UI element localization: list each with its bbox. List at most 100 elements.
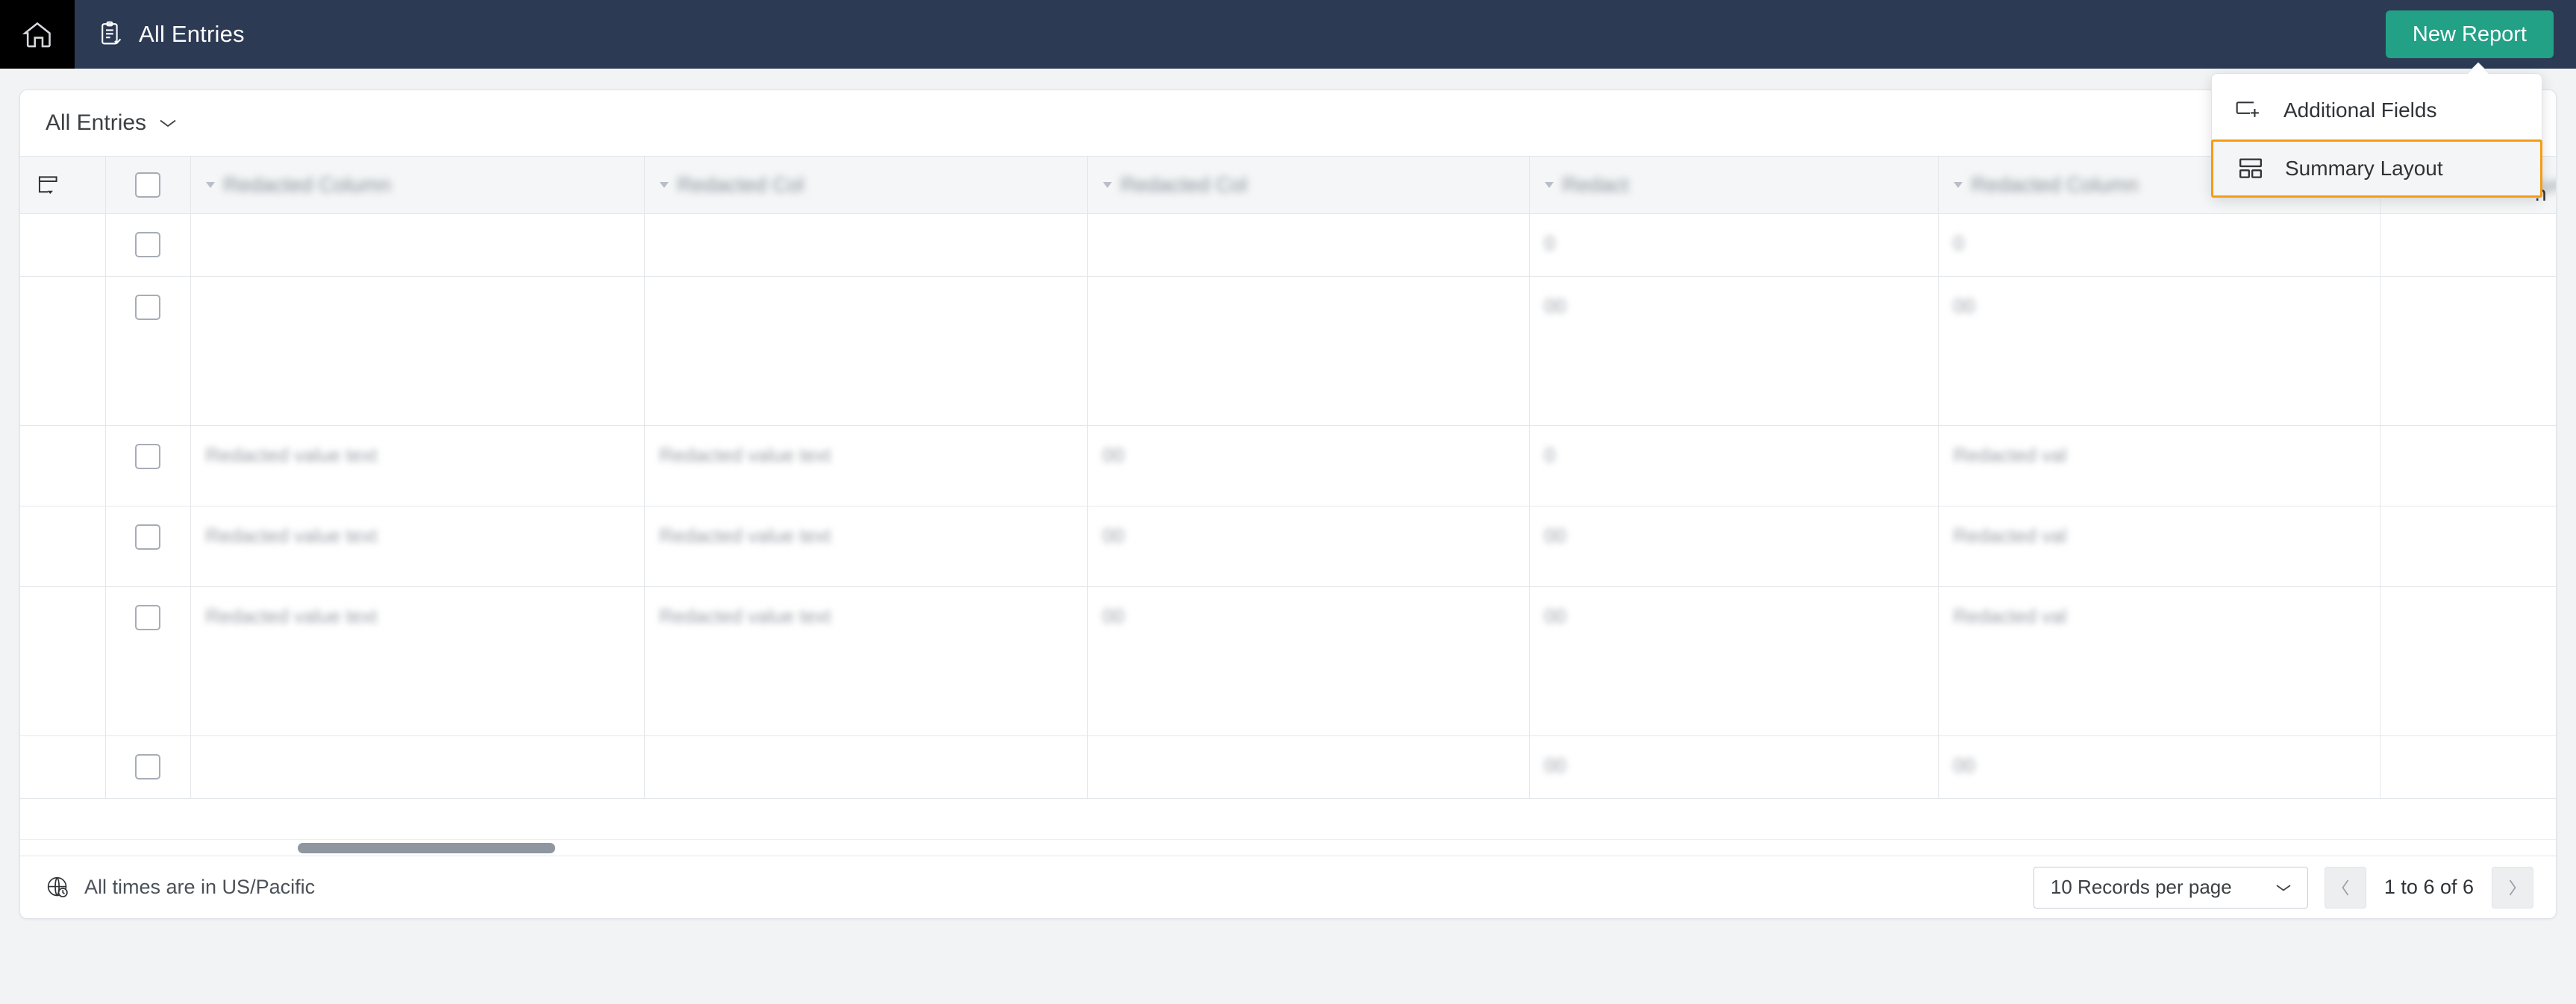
cell-value: Redacted value text — [205, 443, 378, 466]
table-cell: 0 — [1529, 213, 1939, 277]
table-cell — [2380, 586, 2556, 736]
row-grip-cell — [20, 425, 106, 506]
cell-value: 00 — [1544, 753, 1566, 776]
records-per-page-label: 10 Records per page — [2050, 876, 2232, 898]
column-header-label: Redacted Column — [1971, 172, 2139, 196]
cell-value: Redacted val — [1953, 524, 2067, 547]
table-cell: 00 — [1529, 276, 1939, 426]
row-checkbox[interactable] — [135, 524, 160, 550]
row-checkbox[interactable] — [135, 231, 160, 257]
table-cell: Redacted value text — [644, 425, 1088, 506]
table-cell: 00 — [1529, 586, 1939, 736]
cell-value: 00 — [1102, 443, 1125, 466]
row-select-cell[interactable] — [105, 213, 191, 277]
sort-caret-icon — [659, 181, 669, 188]
cell-value: Redacted value text — [205, 604, 378, 627]
table-cell: Redacted value text — [644, 586, 1088, 736]
table-column-header[interactable]: Redacted Column — [190, 157, 645, 214]
cell-value: Redacted val — [1953, 443, 2067, 466]
entries-table-container[interactable]: Redacted Column Redacted Col Redacted Co… — [20, 156, 2556, 856]
home-button[interactable] — [0, 0, 75, 69]
row-select-cell[interactable] — [105, 586, 191, 736]
column-header-label: Redact — [1562, 172, 1629, 196]
row-select-cell[interactable] — [105, 425, 191, 506]
horizontal-scrollbar[interactable] — [20, 839, 2556, 856]
table-cell — [644, 735, 1088, 799]
column-settings-header[interactable] — [20, 157, 106, 214]
top-navigation-bar: All Entries New Report — [0, 0, 2576, 69]
row-grip-cell — [20, 506, 106, 587]
table-column-header[interactable]: Redacted Col — [1087, 157, 1530, 214]
cell-value: 00 — [1544, 294, 1566, 317]
row-checkbox[interactable] — [135, 604, 160, 630]
table-cell: Redacted val — [1938, 425, 2380, 506]
table-row[interactable]: Redacted value text Redacted value text … — [20, 586, 2556, 736]
table-cell: 00 — [1087, 586, 1530, 736]
row-grip-cell — [20, 586, 106, 736]
select-all-checkbox[interactable] — [135, 172, 160, 198]
clipboard-check-icon — [99, 21, 124, 48]
new-report-button[interactable]: New Report — [2385, 10, 2554, 58]
row-grip-cell — [20, 735, 106, 799]
table-cell: 00 — [1529, 735, 1939, 799]
row-select-cell[interactable] — [105, 506, 191, 587]
card-footer: All times are in US/Pacific 10 Records p… — [20, 856, 2556, 918]
menu-item-summary-layout[interactable]: Summary Layout — [2211, 139, 2542, 198]
table-cell: Redacted val — [1938, 506, 2380, 587]
chevron-left-icon — [2339, 877, 2352, 898]
nav-title: All Entries — [139, 21, 245, 47]
table-row[interactable]: Redacted value text Redacted value text … — [20, 425, 2556, 506]
row-checkbox[interactable] — [135, 443, 160, 469]
table-cell: 0 — [1529, 425, 1939, 506]
timezone-note: All times are in US/Pacific — [46, 875, 315, 900]
pagination: 10 Records per page 1 to 6 of 6 — [2033, 866, 2533, 909]
table-row[interactable]: Redacted value text Redacted value text … — [20, 506, 2556, 587]
column-header-label: Redacted Column — [223, 172, 391, 196]
table-header-row: Redacted Column Redacted Col Redacted Co… — [20, 157, 2556, 214]
sort-caret-icon — [1102, 181, 1112, 188]
previous-page-button[interactable] — [2324, 866, 2366, 909]
cell-value: 00 — [1953, 753, 1975, 776]
table-row[interactable]: 00 00 — [20, 735, 2556, 799]
cell-value: Redacted value text — [659, 524, 831, 547]
table-cell — [2380, 506, 2556, 587]
sort-caret-icon — [1544, 181, 1554, 188]
table-cell: 00 — [1938, 276, 2380, 426]
table-cell — [1087, 276, 1530, 426]
cell-value: Redacted value text — [659, 604, 831, 627]
table-cell: Redacted value text — [644, 506, 1088, 587]
sort-caret-icon — [205, 181, 215, 188]
row-checkbox[interactable] — [135, 753, 160, 779]
next-page-button[interactable] — [2492, 866, 2533, 909]
cell-value: 0 — [1544, 443, 1555, 466]
table-cell — [190, 276, 645, 426]
select-all-header[interactable] — [105, 157, 191, 214]
table-cell: 00 — [1087, 425, 1530, 506]
table-cell — [2380, 213, 2556, 277]
table-cell: 0 — [1938, 213, 2380, 277]
chevron-down-icon — [158, 117, 178, 129]
row-checkbox[interactable] — [135, 294, 160, 320]
cell-value: Redacted value text — [659, 443, 831, 466]
table-cell — [2380, 276, 2556, 426]
menu-item-label: Summary Layout — [2285, 157, 2443, 180]
horizontal-scrollbar-thumb[interactable] — [298, 843, 555, 853]
cell-value: 0 — [1953, 231, 1964, 254]
table-column-header[interactable]: Redacted Col — [644, 157, 1088, 214]
table-row[interactable]: 0 0 — [20, 213, 2556, 277]
table-cell: 00 — [1087, 506, 1530, 587]
view-selector[interactable]: All Entries — [46, 110, 178, 136]
nav-section[interactable]: All Entries — [99, 21, 245, 48]
table-row[interactable]: 00 00 — [20, 276, 2556, 426]
entries-table: Redacted Column Redacted Col Redacted Co… — [20, 157, 2556, 799]
row-grip-cell — [20, 276, 106, 426]
row-select-cell[interactable] — [105, 276, 191, 426]
cell-value: Redacted val — [1953, 604, 2067, 627]
records-per-page-select[interactable]: 10 Records per page — [2033, 866, 2308, 909]
table-column-header[interactable]: Redact — [1529, 157, 1939, 214]
sort-caret-icon — [1953, 181, 1963, 188]
menu-item-additional-fields[interactable]: Additional Fields — [2212, 81, 2542, 139]
home-icon — [21, 18, 54, 51]
row-select-cell[interactable] — [105, 735, 191, 799]
column-settings-icon — [35, 172, 90, 198]
